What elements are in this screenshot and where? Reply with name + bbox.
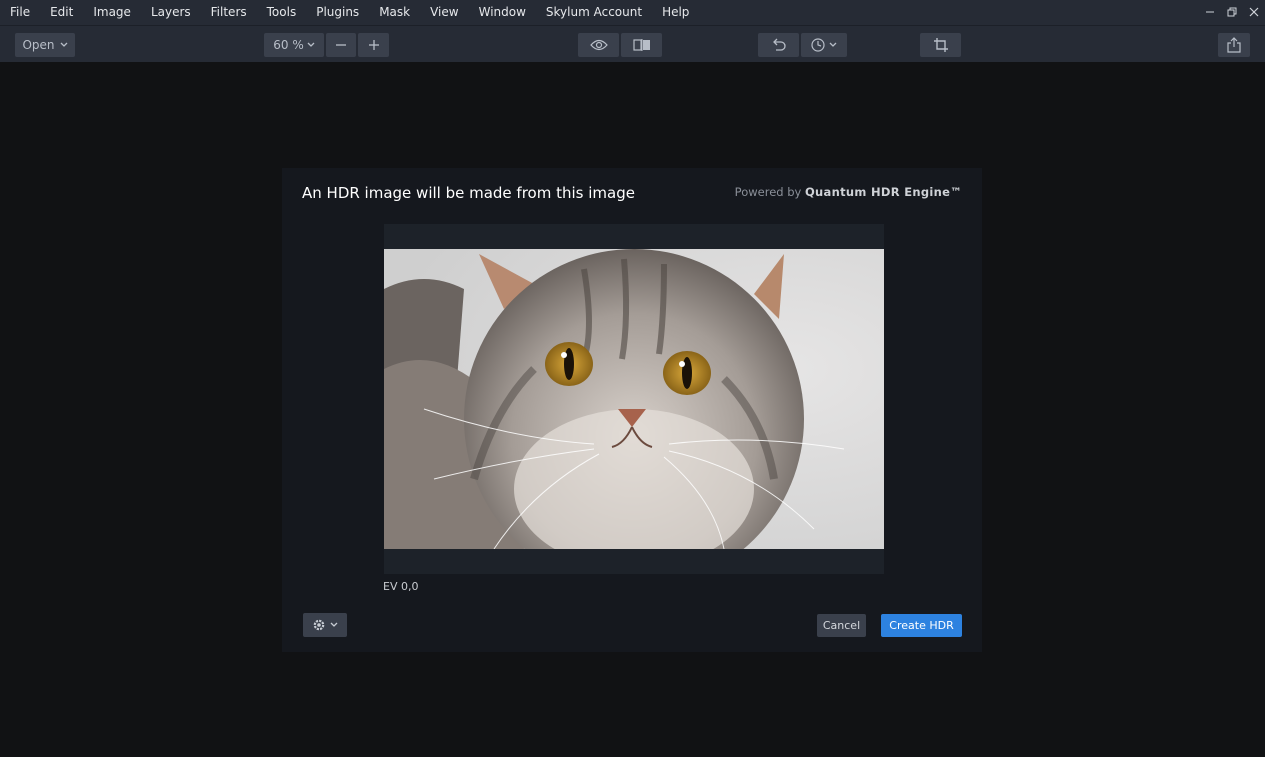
zoom-out-button[interactable] xyxy=(326,33,356,57)
menu-layers[interactable]: Layers xyxy=(141,0,201,25)
dialog-title: An HDR image will be made from this imag… xyxy=(302,184,635,202)
menu-filters[interactable]: Filters xyxy=(201,0,257,25)
ev-label: EV 0,0 xyxy=(383,580,419,593)
zoom-label: 60 % xyxy=(273,38,304,52)
plus-icon xyxy=(368,40,379,50)
menu-bar: File Edit Image Layers Filters Tools Plu… xyxy=(0,0,1265,25)
open-button[interactable]: Open xyxy=(15,33,75,57)
cancel-button[interactable]: Cancel xyxy=(817,614,866,637)
settings-button[interactable] xyxy=(303,613,347,637)
menu-plugins[interactable]: Plugins xyxy=(306,0,369,25)
minus-icon xyxy=(336,44,346,46)
compare-button[interactable] xyxy=(621,33,662,57)
chevron-down-icon xyxy=(307,42,315,47)
kitten-photo xyxy=(384,249,884,549)
crop-button[interactable] xyxy=(920,33,961,57)
preview-frame xyxy=(384,224,884,574)
create-hdr-button[interactable]: Create HDR xyxy=(881,614,962,637)
chevron-down-icon xyxy=(330,622,338,627)
powered-prefix: Powered by xyxy=(734,185,802,199)
engine-name: Quantum HDR Engine™ xyxy=(804,185,962,199)
menu-tools[interactable]: Tools xyxy=(257,0,307,25)
eye-icon xyxy=(589,39,608,51)
menu-help[interactable]: Help xyxy=(652,0,699,25)
open-label: Open xyxy=(22,38,55,52)
undo-icon xyxy=(772,38,786,51)
history-icon xyxy=(811,38,825,52)
share-button[interactable] xyxy=(1218,33,1250,57)
preview-image xyxy=(384,249,884,549)
menu-mask[interactable]: Mask xyxy=(369,0,420,25)
menu-skylum-account[interactable]: Skylum Account xyxy=(536,0,652,25)
hdr-dialog: An HDR image will be made from this imag… xyxy=(282,168,982,652)
compare-icon xyxy=(632,39,650,51)
preview-button[interactable] xyxy=(578,33,619,57)
menu-window[interactable]: Window xyxy=(469,0,536,25)
toolbar: Open 60 % xyxy=(0,25,1265,62)
window-controls xyxy=(1199,0,1265,25)
menu-file[interactable]: File xyxy=(0,0,40,25)
crop-icon xyxy=(933,38,948,52)
menu-view[interactable]: View xyxy=(420,0,468,25)
menu-image[interactable]: Image xyxy=(83,0,141,25)
chevron-down-icon xyxy=(829,42,837,47)
zoom-dropdown[interactable]: 60 % xyxy=(264,33,324,57)
gear-icon xyxy=(313,619,325,631)
powered-by-label: Powered by Quantum HDR Engine™ xyxy=(735,185,962,199)
zoom-in-button[interactable] xyxy=(358,33,389,57)
menu-edit[interactable]: Edit xyxy=(40,0,83,25)
restore-icon[interactable] xyxy=(1221,6,1243,20)
minimize-icon[interactable] xyxy=(1199,6,1221,20)
close-icon[interactable] xyxy=(1243,6,1265,20)
share-icon xyxy=(1227,37,1241,53)
chevron-down-icon xyxy=(60,42,67,47)
undo-button[interactable] xyxy=(758,33,799,57)
history-button[interactable] xyxy=(801,33,847,57)
